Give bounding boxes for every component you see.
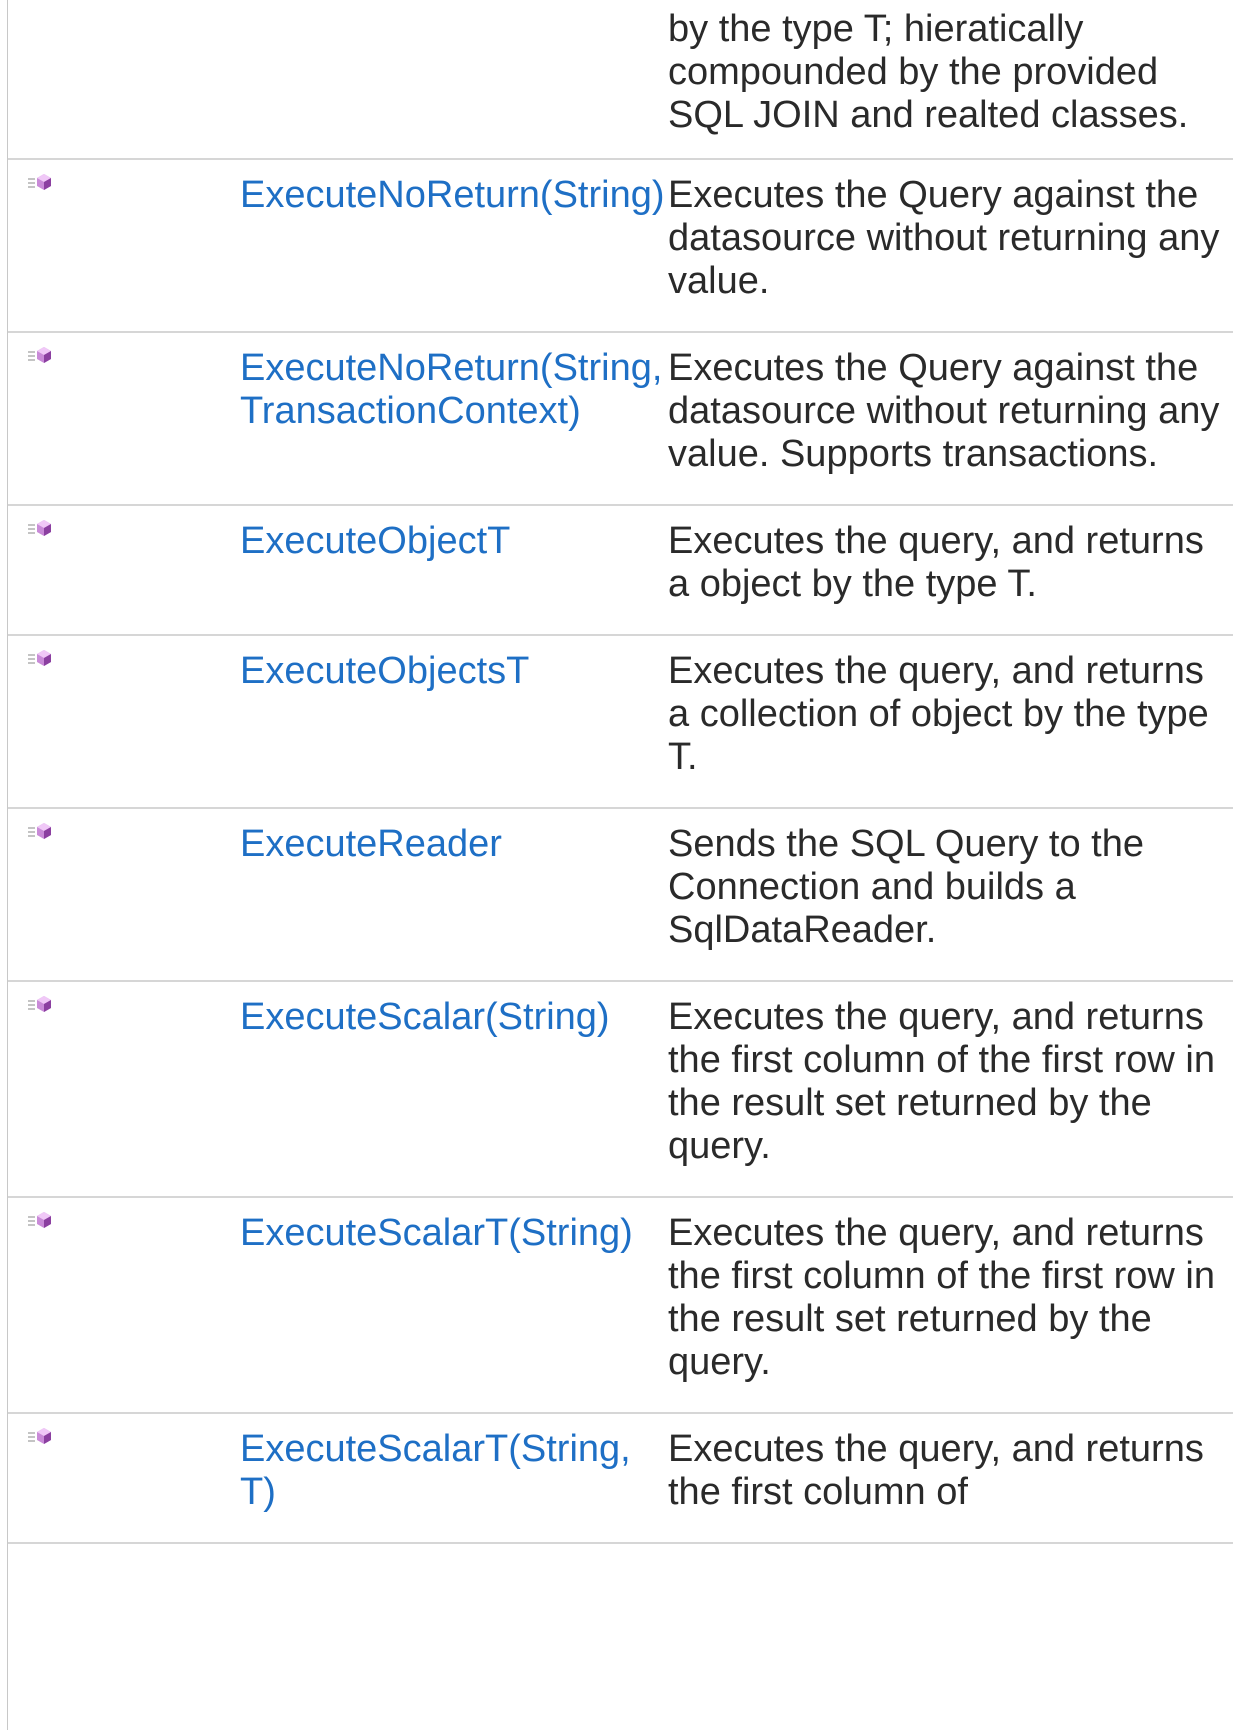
icon-cell [8, 635, 240, 808]
table-row: ExecuteScalarT(String, T) Executes the q… [8, 1413, 1233, 1543]
table-row: ExecuteNoReturn(String, TransactionConte… [8, 332, 1233, 505]
member-link[interactable]: ExecuteScalarT(String, T) [240, 1428, 631, 1513]
table-row: ExecuteObjectT Executes the query, and r… [8, 505, 1233, 635]
name-cell: ExecuteScalar(String) [240, 981, 668, 1197]
name-cell: ExecuteObjectT [240, 505, 668, 635]
member-description: Executes the query, and returns the firs… [668, 1428, 1204, 1513]
member-link[interactable]: ExecuteScalarT(String) [240, 1212, 633, 1254]
public-method-icon [28, 650, 51, 666]
public-method-icon [28, 1428, 51, 1444]
name-cell: ExecuteObjectsT [240, 635, 668, 808]
member-description: Executes the Query against the datasourc… [668, 174, 1220, 302]
public-method-icon [28, 520, 51, 536]
icon-cell [8, 1413, 240, 1543]
member-description: Sends the SQL Query to the Connection an… [668, 823, 1144, 951]
icon-cell [8, 1197, 240, 1413]
name-cell: ExecuteReader [240, 808, 668, 981]
member-link[interactable]: ExecuteObjectT [240, 520, 510, 562]
member-description: by the type T; hieratically compounded b… [668, 8, 1189, 136]
member-link[interactable]: ExecuteNoReturn(String, TransactionConte… [240, 347, 662, 432]
icon-cell [8, 0, 240, 159]
name-cell: ExecuteScalarT(String) [240, 1197, 668, 1413]
member-link[interactable]: ExecuteObjectsT [240, 650, 529, 692]
public-method-icon [28, 823, 51, 839]
table-row: ExecuteScalarT(String) Executes the quer… [8, 1197, 1233, 1413]
member-link[interactable]: ExecuteScalar(String) [240, 996, 610, 1038]
name-cell [240, 0, 668, 159]
icon-cell [8, 159, 240, 332]
table-row: ExecuteScalar(String) Executes the query… [8, 981, 1233, 1197]
public-method-icon [28, 174, 51, 190]
table-row: ExecuteReader Sends the SQL Query to the… [8, 808, 1233, 981]
public-method-icon [28, 1212, 51, 1228]
public-method-icon [28, 996, 51, 1012]
member-description: Executes the query, and returns the firs… [668, 996, 1215, 1167]
table-row: by the type T; hieratically compounded b… [8, 0, 1233, 159]
icon-cell [8, 332, 240, 505]
name-cell: ExecuteScalarT(String, T) [240, 1413, 668, 1543]
member-description: Executes the query, and returns the firs… [668, 1212, 1215, 1383]
member-link[interactable]: ExecuteNoReturn(String) [240, 174, 665, 216]
table-row: ExecuteNoReturn(String) Executes the Que… [8, 159, 1233, 332]
icon-cell [8, 808, 240, 981]
icon-cell [8, 981, 240, 1197]
icon-cell [8, 505, 240, 635]
public-method-icon [28, 347, 51, 363]
name-cell: ExecuteNoReturn(String, TransactionConte… [240, 332, 668, 505]
member-description: Executes the query, and returns a collec… [668, 650, 1209, 778]
methods-table: by the type T; hieratically compounded b… [8, 0, 1233, 1544]
member-description: Executes the query, and returns a object… [668, 520, 1204, 605]
member-description: Executes the Query against the datasourc… [668, 347, 1220, 475]
name-cell: ExecuteNoReturn(String) [240, 159, 668, 332]
table-row: ExecuteObjectsT Executes the query, and … [8, 635, 1233, 808]
member-link[interactable]: ExecuteReader [240, 823, 502, 865]
